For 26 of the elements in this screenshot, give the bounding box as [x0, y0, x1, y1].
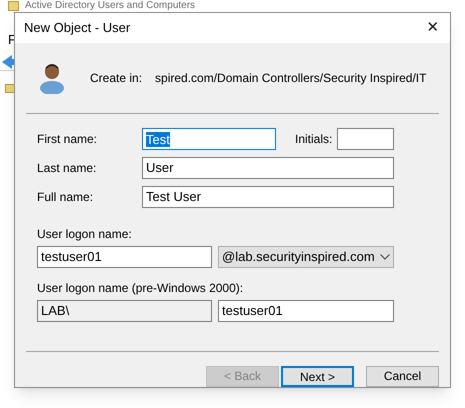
- back-arrow-icon[interactable]: [2, 55, 14, 69]
- domain-dropdown[interactable]: @lab.securityinspired.com: [218, 246, 394, 268]
- text-field[interactable]: LAB\: [37, 300, 212, 322]
- logon-name-label: User logon name:: [37, 226, 133, 244]
- full-name-label: Full name:: [37, 189, 94, 206]
- dialog-button[interactable]: Next >: [281, 366, 354, 387]
- last-name-label: Last name:: [37, 160, 98, 178]
- folder-icon: [5, 84, 15, 93]
- user-icon: [39, 62, 65, 94]
- create-in-label: Create in:: [90, 70, 142, 88]
- text-field[interactable]: [337, 128, 394, 150]
- create-in-path: spired.com/Domain Controllers/Security Inspired/IT: [155, 70, 426, 88]
- first-name-label: First name:: [37, 131, 98, 148]
- window-title: Active Directory Users and Computers: [25, 0, 196, 11]
- chevron-down-icon: [380, 254, 390, 260]
- close-button[interactable]: ✕: [416, 13, 450, 43]
- pre-2000-label: User logon name (pre-Windows 2000):: [37, 280, 244, 298]
- dialog-button[interactable]: Cancel: [366, 366, 439, 387]
- text-field[interactable]: Test: [142, 128, 276, 150]
- text-field[interactable]: testuser01: [37, 246, 212, 268]
- text-field[interactable]: testuser01: [218, 300, 394, 322]
- dialog-title: New Object - User: [24, 19, 130, 38]
- text-field[interactable]: User: [142, 157, 394, 180]
- initials-label: Initials:: [295, 131, 334, 148]
- text-field[interactable]: Test User: [142, 186, 394, 208]
- folder-icon: [8, 0, 19, 10]
